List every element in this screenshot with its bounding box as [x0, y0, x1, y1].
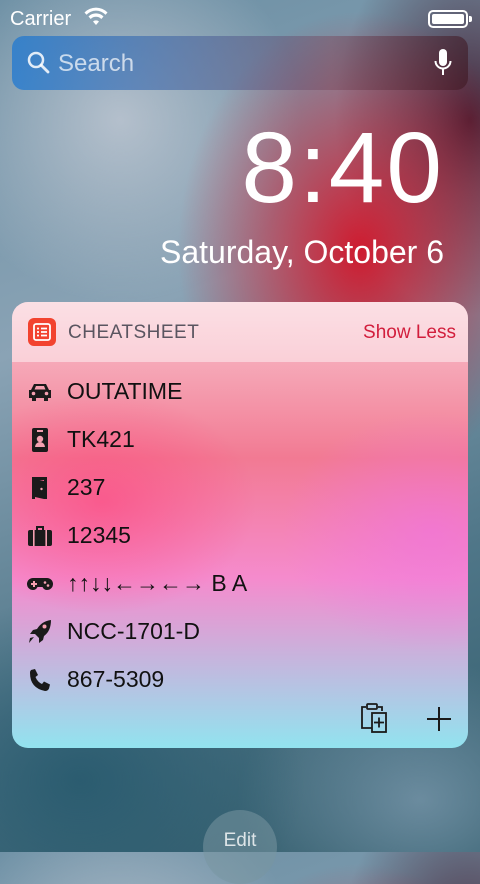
list-item[interactable]: 867-5309 — [12, 656, 468, 704]
list-item[interactable]: 12345 — [12, 512, 468, 560]
list-item-value: OUTATIME — [67, 378, 183, 404]
list-item[interactable]: ↑↑↓↓←→←→ B A — [12, 560, 468, 608]
list-item[interactable]: TK421 — [12, 416, 468, 464]
search-placeholder: Search — [58, 50, 135, 77]
list-item-value: ↑↑↓↓←→←→ B A — [67, 570, 248, 596]
list-item-value: TK421 — [67, 426, 135, 452]
widget-header: CHEATSHEET Show Less — [12, 302, 468, 362]
microphone-icon[interactable] — [434, 49, 452, 82]
clock-date: Saturday, October 6 — [160, 234, 444, 270]
list-item-value: 237 — [67, 474, 106, 500]
list-item[interactable]: 237 — [12, 464, 468, 512]
list-item[interactable]: NCC-1701-D — [12, 608, 468, 656]
widget-app-name: CHEATSHEET — [68, 322, 200, 343]
search-input[interactable]: Search — [12, 36, 468, 90]
suitcase-icon — [26, 523, 54, 549]
paste-clipboard-icon[interactable] — [360, 702, 388, 739]
phone-icon — [26, 667, 54, 693]
clock-time: 8:40 — [241, 112, 444, 224]
carrier-label: Carrier — [10, 8, 72, 30]
cheatsheet-list: OUTATIME TK421 237 12345 ↑↑↓↓←→←→ B A NC… — [12, 368, 468, 704]
cheatsheet-widget: CHEATSHEET Show Less OUTATIME TK421 237 … — [12, 302, 468, 748]
list-item-value: 12345 — [67, 522, 131, 548]
show-less-button[interactable]: Show Less — [363, 322, 456, 344]
id-badge-icon — [26, 427, 54, 453]
rocket-icon — [26, 619, 54, 645]
list-item-value: 867-5309 — [67, 666, 165, 692]
car-icon — [26, 379, 54, 405]
cheatsheet-app-icon — [28, 318, 56, 346]
add-icon[interactable] — [426, 706, 452, 737]
edit-button[interactable]: Edit — [203, 810, 277, 884]
wifi-icon — [84, 7, 108, 32]
edit-button-label: Edit — [223, 830, 257, 851]
status-bar: Carrier — [0, 0, 480, 36]
list-item[interactable]: OUTATIME — [12, 368, 468, 416]
battery-icon — [428, 10, 472, 28]
gamepad-icon — [26, 571, 54, 597]
list-item-value: NCC-1701-D — [67, 618, 200, 644]
door-icon — [26, 475, 54, 501]
search-icon — [26, 50, 50, 79]
